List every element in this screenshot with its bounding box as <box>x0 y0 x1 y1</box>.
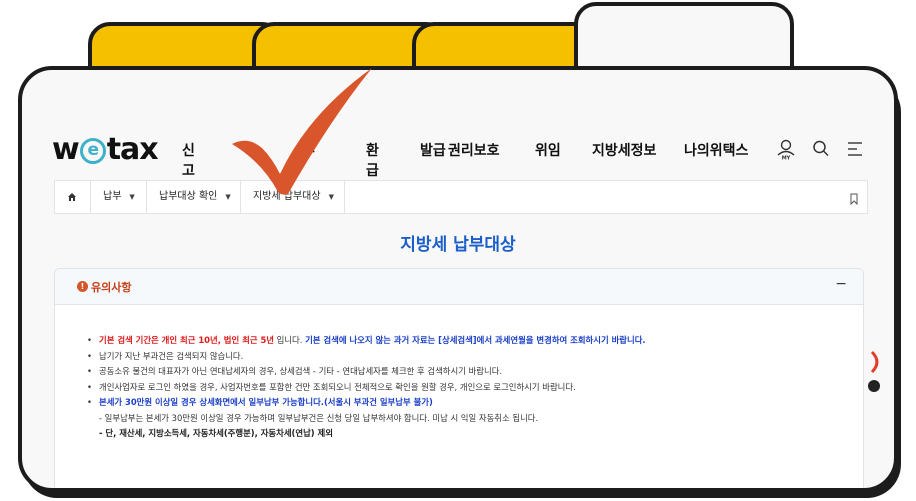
nav-item-payment-label[interactable]: 부 <box>302 140 315 160</box>
page-title: 지방세 납부대상 <box>400 235 516 255</box>
list-item: 개인사업자로 로그인 하였을 경우, 사업자번호를 포함한 건만 조회되오니 전… <box>87 380 646 396</box>
list-item: 납기가 지난 부과건은 검색되지 않습니다. <box>87 349 646 365</box>
alert-icon: ! <box>77 281 88 292</box>
list-item: - 단, 재산세, 지방소득세, 자동차세(주행분), 자동차세(연납) 제외 <box>99 428 333 438</box>
chevron-down-icon: ▼ <box>328 193 334 201</box>
notice-list: 기본 검색 기간은 개인 최근 10년, 법인 최근 5년 입니다. 기본 검색… <box>87 333 646 442</box>
list-item: - 일부납부는 본세가 30만원 이상일 경우 가능하며 일부납부건은 신청 당… <box>99 412 539 423</box>
nav-item-report[interactable]: 신고 <box>182 140 195 180</box>
list-item: 공동소유 물건의 대표자가 아닌 연대납세자의 경우, 상세검색 - 기타 - … <box>87 364 646 380</box>
folder-panel: wetax 신고 납부 부 환급 발급 권리보호 위임 지방세정보 나의위택스 … <box>18 66 898 492</box>
side-decoration <box>868 350 880 392</box>
nav-item-my-wetax[interactable]: 나의위택스 <box>684 140 748 160</box>
nav-item-refund[interactable]: 환급 <box>366 140 379 180</box>
breadcrumb-item-local-tax[interactable]: 지방세 납부대상 ▼ <box>241 181 345 213</box>
menu-icon[interactable] <box>846 138 864 160</box>
header-icons: MY <box>776 138 864 160</box>
nav-item-rights[interactable]: 권리보호 <box>448 140 500 160</box>
breadcrumb-home[interactable] <box>55 181 91 213</box>
breadcrumb-item-payment[interactable]: 납부 ▼ <box>91 181 147 213</box>
notice-box: ! 유의사항 − 기본 검색 기간은 개인 최근 10년, 법인 최근 5년 입… <box>54 268 864 488</box>
svg-text:MY: MY <box>782 156 791 161</box>
nav-item-local-tax-info[interactable]: 지방세정보 <box>592 140 656 160</box>
nav-item-issue[interactable]: 발급 <box>420 140 446 160</box>
chevron-down-icon: ▼ <box>129 193 135 201</box>
wetax-logo[interactable]: w e tax <box>52 132 159 167</box>
chevron-down-icon: ▼ <box>225 193 231 201</box>
home-icon <box>68 193 76 201</box>
search-icon[interactable] <box>812 138 830 160</box>
my-user-icon[interactable]: MY <box>776 138 796 160</box>
bookmark-icon[interactable] <box>849 190 859 209</box>
breadcrumb-item-payment-check[interactable]: 납부대상 확인 ▼ <box>147 181 241 213</box>
nav-item-delegate[interactable]: 위임 <box>535 140 561 160</box>
list-item: 본세가 30만원 이상일 경우 상세화면에서 일부납부 가능합니다.(서울시 부… <box>87 395 646 411</box>
list-item: 기본 검색 기간은 개인 최근 10년, 법인 최근 5년 입니다. 기본 검색… <box>87 333 646 349</box>
collapse-button[interactable]: − <box>835 276 847 292</box>
notice-title: 유의사항 <box>91 281 132 294</box>
nav-item-payment[interactable]: 납부 <box>246 140 259 180</box>
notice-header[interactable]: ! 유의사항 − <box>55 269 863 305</box>
breadcrumb: 납부 ▼ 납부대상 확인 ▼ 지방세 납부대상 ▼ <box>54 180 868 214</box>
site-header: wetax 신고 납부 부 환급 발급 권리보호 위임 지방세정보 나의위택스 … <box>22 130 894 180</box>
